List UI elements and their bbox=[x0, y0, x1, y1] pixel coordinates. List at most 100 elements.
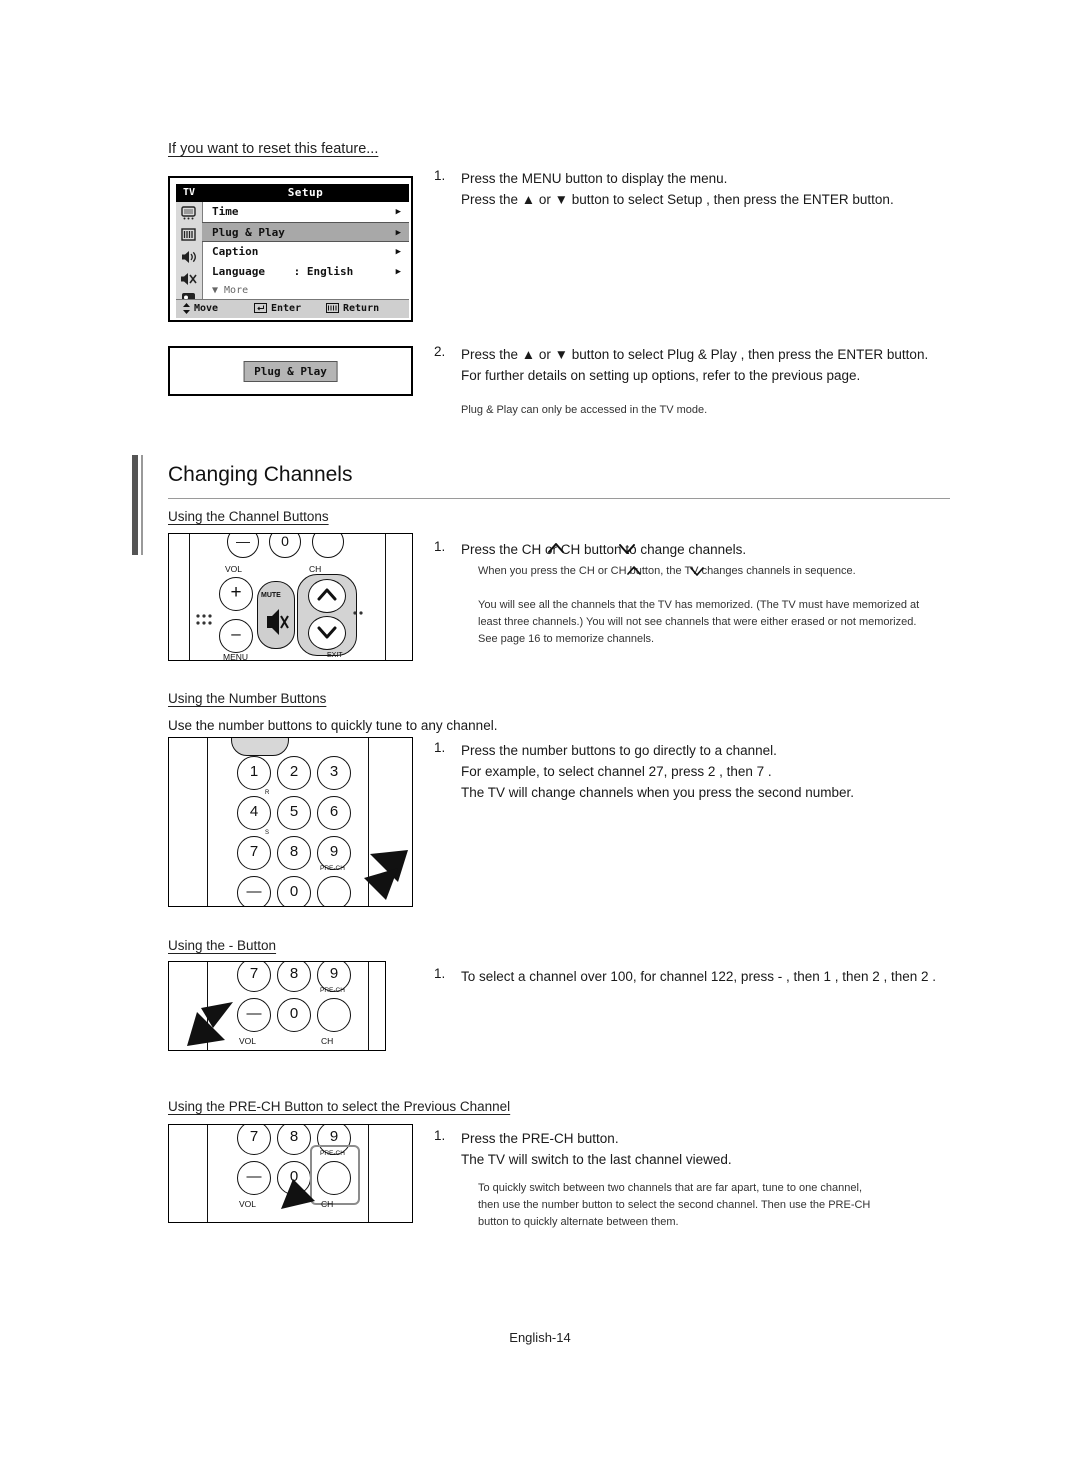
move-label: Move bbox=[194, 303, 219, 314]
section-accent-bar-lower-secondary bbox=[141, 497, 143, 555]
step-number: 1. bbox=[434, 168, 446, 183]
step-number: 2. bbox=[434, 344, 446, 359]
ch-label: CH bbox=[309, 564, 322, 574]
step-number: 1. bbox=[434, 539, 446, 554]
subsection-heading-minus-button: Using the - Button bbox=[168, 938, 277, 953]
vol-label: VOL bbox=[225, 564, 243, 574]
number-key-1[interactable]: 1 bbox=[237, 756, 271, 790]
channel-down-inline-icon bbox=[619, 544, 635, 554]
page-footer: English-14 bbox=[509, 1330, 571, 1345]
speaker-icon bbox=[178, 248, 199, 268]
move-arrows-icon bbox=[182, 303, 191, 315]
osd-footer-hints: Move Enter Return bbox=[176, 299, 409, 318]
pre-ch-button[interactable] bbox=[317, 876, 351, 906]
equalizer-icon bbox=[178, 226, 199, 246]
chevron-right-icon: ▶ bbox=[395, 267, 401, 277]
subsection-heading-channel-buttons: Using the Channel Buttons bbox=[168, 509, 329, 524]
pre-ch-button[interactable] bbox=[317, 998, 351, 1032]
osd-category-icons bbox=[178, 204, 200, 314]
number-buttons-intro: Use the number buttons to quickly tune t… bbox=[168, 718, 498, 733]
number-key-0[interactable]: 0 bbox=[277, 876, 311, 906]
manual-page: If you want to reset this feature... TV … bbox=[0, 0, 1080, 1478]
vol-label: VOL bbox=[239, 1036, 257, 1046]
reset-feature-heading: If you want to reset this feature... bbox=[168, 141, 379, 157]
osd-setup-menu: TV Setup Time ▶ Plug & Play ▶ Caption ▶ … bbox=[168, 176, 413, 322]
minus-button[interactable]: — bbox=[237, 1161, 271, 1195]
step-text: Press the CH or CH button to change chan… bbox=[461, 542, 747, 557]
volume-down-button[interactable]: – bbox=[219, 619, 253, 653]
osd-row-caption[interactable]: Caption ▶ bbox=[202, 242, 409, 262]
number-key-6[interactable]: 6 bbox=[317, 796, 351, 830]
remote-figure-pre-ch: 7 8 9 — 0 PRE-CH VOL CH bbox=[168, 1124, 413, 1223]
number-key-4[interactable]: 4 bbox=[237, 796, 271, 830]
remote-figure-minus-button: 7 8 9 — 0 PRE-CH VOL CH bbox=[168, 961, 386, 1051]
step-text: Press the number buttons to go directly … bbox=[461, 743, 854, 800]
step-number: 1. bbox=[434, 966, 446, 981]
chevron-right-icon: ▶ bbox=[395, 247, 401, 257]
number-key-2[interactable]: 2 bbox=[277, 756, 311, 790]
pointer-arrow-icon bbox=[364, 850, 408, 900]
osd-row-list: Time ▶ Plug & Play ▶ Caption ▶ Language … bbox=[202, 202, 409, 299]
channel-up-inline-icon bbox=[548, 543, 564, 553]
decorative-dots-right-icon bbox=[353, 611, 363, 615]
number-key-5[interactable]: 5 bbox=[277, 796, 311, 830]
channel-up-inline-icon-small bbox=[627, 566, 641, 575]
subsection-heading-pre-ch: Using the PRE-CH Button to select the Pr… bbox=[168, 1099, 511, 1114]
step-text: Press the PRE-CH button. The TV will swi… bbox=[461, 1131, 732, 1167]
return-label: Return bbox=[343, 303, 380, 314]
osd-more-indicator: ▼ More bbox=[212, 285, 249, 296]
osd-row-label: Time bbox=[212, 205, 239, 218]
subsection-heading-number-buttons: Using the Number Buttons bbox=[168, 691, 327, 706]
remote-figure-number-buttons: TV/VIDEO 1 2 3 4 5 6 7 8 9 — 0 PRE-CH R … bbox=[168, 737, 413, 907]
osd-title: Setup bbox=[202, 184, 409, 202]
title-divider bbox=[168, 498, 950, 499]
pre-ch-label: PRE-CH bbox=[320, 865, 345, 872]
pre-ch-button[interactable] bbox=[317, 1161, 351, 1195]
step-text: Press the MENU button to display the men… bbox=[461, 171, 894, 207]
osd-row-plug-and-play[interactable]: Plug & Play ▶ bbox=[202, 222, 409, 242]
mute-label: MUTE bbox=[261, 592, 281, 599]
pre-ch-label: PRE-CH bbox=[320, 987, 345, 994]
number-key-8[interactable]: 8 bbox=[277, 836, 311, 870]
channel-down-inline-icon-small bbox=[690, 567, 704, 576]
minus-button[interactable]: — bbox=[237, 876, 271, 906]
channel-up-button[interactable] bbox=[308, 579, 346, 613]
ch-label: CH bbox=[321, 1199, 334, 1209]
enter-label: Enter bbox=[271, 303, 302, 314]
picture-icon bbox=[178, 204, 199, 224]
step-number: 1. bbox=[434, 740, 446, 755]
enter-key-icon bbox=[254, 303, 267, 315]
pre-ch-label: PRE-CH bbox=[320, 1150, 345, 1157]
exit-label: EXIT bbox=[327, 652, 343, 659]
osd-row-label: Language bbox=[212, 265, 265, 278]
pre-ch-note: To quickly switch between two channels t… bbox=[478, 1182, 871, 1228]
plug-play-note: Plug & Play can only be accessed in the … bbox=[461, 404, 708, 416]
section-accent-bar bbox=[132, 455, 138, 497]
step-number: 1. bbox=[434, 1128, 446, 1143]
page-title: Changing Channels bbox=[168, 463, 353, 486]
mute-speaker-icon bbox=[267, 609, 289, 635]
channel-buttons-note-2: You will see all the channels that the T… bbox=[478, 599, 920, 645]
osd-row-label: Plug & Play bbox=[212, 226, 285, 239]
mute-speaker-icon bbox=[178, 270, 199, 290]
number-key-7[interactable]: 7 bbox=[237, 836, 271, 870]
key-annotation: S bbox=[265, 830, 270, 836]
key-annotation: R bbox=[265, 790, 270, 796]
number-key-0[interactable]: 0 bbox=[277, 998, 311, 1032]
osd-row-language[interactable]: Language : English ▶ bbox=[202, 262, 409, 282]
chevron-right-icon: ▶ bbox=[395, 207, 401, 217]
minus-button[interactable]: — bbox=[237, 998, 271, 1032]
vol-label: VOL bbox=[239, 1199, 257, 1209]
osd-tv-label: TV bbox=[176, 184, 202, 202]
step-text: Press the ▲ or ▼ button to select Plug &… bbox=[461, 347, 929, 383]
pointer-arrow-icon bbox=[187, 1002, 233, 1046]
osd-row-time[interactable]: Time ▶ bbox=[202, 202, 409, 222]
channel-down-button[interactable] bbox=[308, 616, 346, 650]
volume-up-button[interactable]: + bbox=[219, 577, 253, 611]
decorative-dots-icon bbox=[196, 614, 212, 625]
section-accent-bar-lower bbox=[132, 497, 138, 555]
number-key-3[interactable]: 3 bbox=[317, 756, 351, 790]
chevron-right-icon: ▶ bbox=[395, 228, 401, 238]
plug-and-play-chip: Plug & Play bbox=[243, 361, 338, 382]
remote-figure-channel-buttons: — 0 VOL CH + – MUTE MENU EXIT bbox=[168, 533, 413, 661]
